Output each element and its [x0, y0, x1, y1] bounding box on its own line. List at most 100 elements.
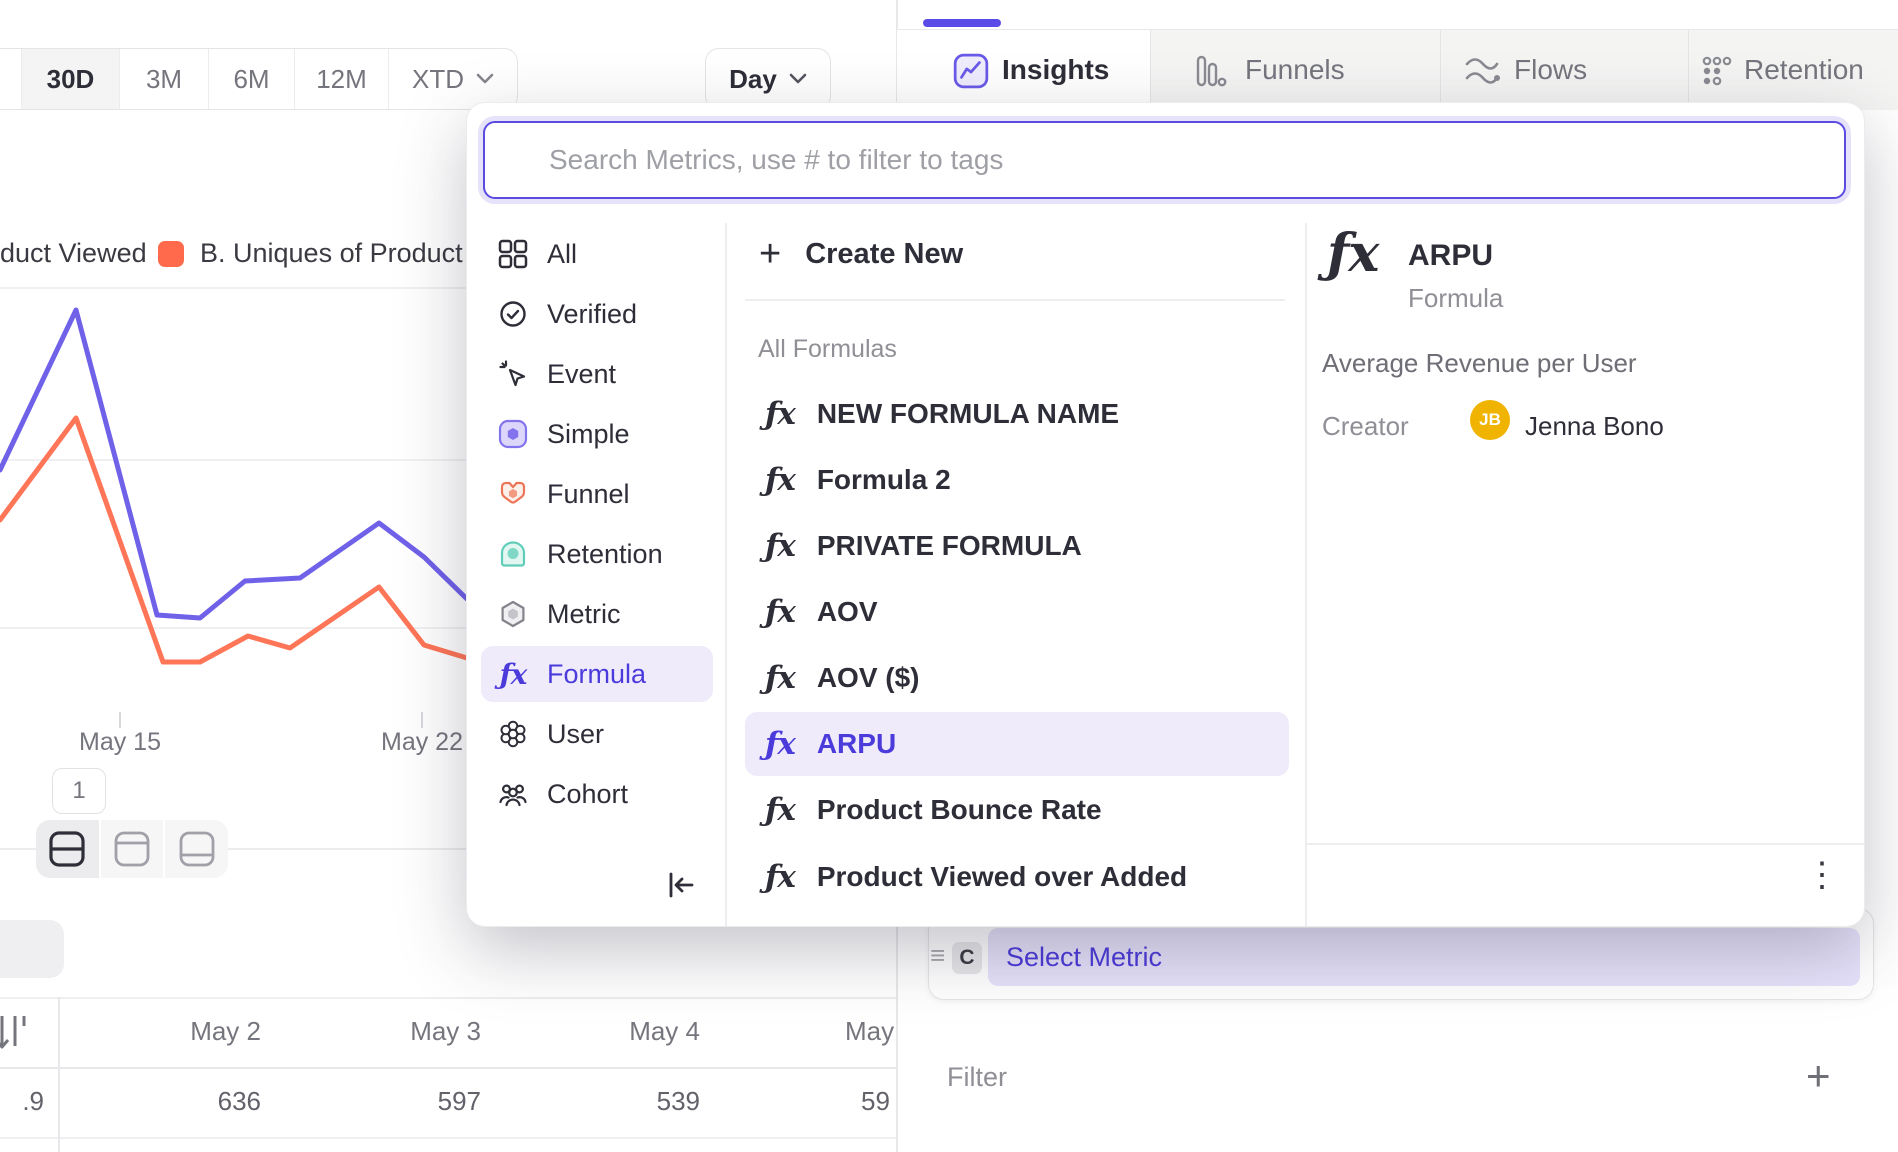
- detail-title: ARPU: [1408, 239, 1493, 273]
- detail-type: Formula: [1408, 283, 1503, 314]
- sidebar-item-metric[interactable]: Metric: [481, 586, 713, 642]
- user-cluster-icon: [497, 719, 529, 749]
- cohort-people-icon: [497, 779, 529, 809]
- table-header-cell[interactable]: May 2: [101, 1016, 261, 1047]
- layout-toggle-group: [36, 820, 228, 878]
- sidebar-item-label: Simple: [547, 419, 630, 450]
- formula-name: ARPU: [817, 728, 896, 760]
- sidebar-item-label: Retention: [547, 539, 663, 570]
- time-range-xtd-button[interactable]: XTD: [388, 49, 517, 109]
- sidebar-item-label: Funnel: [547, 479, 630, 510]
- time-range-3m-button[interactable]: 3M: [119, 49, 208, 109]
- formula-list-item[interactable]: ƒx NEW FORMULA NAME: [745, 382, 1289, 446]
- table-header-cell[interactable]: May 4: [540, 1016, 700, 1047]
- sort-icon[interactable]: [0, 1012, 28, 1052]
- granularity-dropdown[interactable]: Day: [705, 48, 831, 110]
- event-cursor-icon: [497, 359, 529, 389]
- chevron-down-icon: [476, 73, 494, 85]
- tab-insights-label: Insights: [1002, 54, 1109, 86]
- split-view-icon: [46, 828, 88, 870]
- fx-icon: ƒx: [765, 660, 795, 696]
- fx-icon: ƒx: [765, 594, 795, 630]
- layout-chart-only-button[interactable]: [99, 820, 164, 878]
- divider: [1307, 843, 1864, 845]
- sidebar-item-retention[interactable]: Retention: [481, 526, 713, 582]
- sidebar-item-simple[interactable]: Simple: [481, 406, 713, 462]
- detail-description: Average Revenue per User: [1322, 348, 1637, 379]
- table-header-cell[interactable]: May 3: [321, 1016, 481, 1047]
- series-b-line: [0, 418, 467, 662]
- metric-hexagon-icon: [497, 599, 529, 629]
- select-metric-button[interactable]: Select Metric: [988, 928, 1860, 986]
- add-filter-button[interactable]: +: [1806, 1052, 1831, 1100]
- table-row-label: .9: [0, 1086, 44, 1117]
- table-header-cell[interactable]: May: [845, 1016, 897, 1047]
- sidebar-item-cohort[interactable]: Cohort: [481, 766, 713, 822]
- formula-name: NEW FORMULA NAME: [817, 398, 1119, 430]
- layout-table-only-button[interactable]: [163, 820, 228, 878]
- formula-name: Formula 2: [817, 464, 951, 496]
- avatar: JB: [1470, 400, 1510, 440]
- fx-icon: ƒx: [765, 726, 795, 762]
- column-divider: [725, 223, 727, 926]
- collapse-sidebar-icon[interactable]: [665, 869, 697, 901]
- table-border: [0, 1137, 897, 1139]
- grid-icon: [497, 239, 529, 269]
- section-header: All Formulas: [758, 335, 897, 364]
- sidebar-item-user[interactable]: User: [481, 706, 713, 762]
- search-input[interactable]: [483, 121, 1846, 199]
- legend-series-a[interactable]: duct Viewed: [0, 238, 147, 269]
- sidebar-item-label: Verified: [547, 299, 637, 330]
- metric-row-letter-badge[interactable]: C: [952, 942, 982, 974]
- time-range-group: 30D 3M 6M 12M XTD: [0, 48, 518, 110]
- table-border: [58, 997, 60, 1152]
- sidebar-item-verified[interactable]: Verified: [481, 286, 713, 342]
- sidebar-item-funnel[interactable]: Funnel: [481, 466, 713, 522]
- time-range-12m-button[interactable]: 12M: [294, 49, 388, 109]
- x-axis-label: May 15: [60, 728, 180, 757]
- app-window: 30D 3M 6M 12M XTD Day duct Viewed B. Uni…: [0, 0, 1898, 1152]
- formula-list-item[interactable]: ƒx Formula 2: [745, 448, 1289, 512]
- select-metric-label: Select Metric: [1006, 942, 1162, 973]
- fx-icon: ƒx: [765, 792, 795, 828]
- formula-name: Product Viewed over Added: [817, 861, 1187, 893]
- formula-list-item[interactable]: ƒx PRIVATE FORMULA: [745, 514, 1289, 578]
- tab-funnels-label: Funnels: [1245, 54, 1345, 86]
- fx-icon: ƒx: [765, 462, 795, 498]
- column-divider: [1305, 223, 1307, 926]
- formula-list-item[interactable]: ƒx Product Viewed over Added: [745, 845, 1289, 909]
- formula-list-item[interactable]: ƒx Product Bounce Rate: [745, 778, 1289, 842]
- table-cell: 597: [321, 1086, 481, 1117]
- layout-split-button[interactable]: [36, 820, 99, 878]
- formula-list-item-selected[interactable]: ƒx ARPU: [745, 712, 1289, 776]
- create-new-button[interactable]: + Create New: [759, 235, 963, 273]
- sidebar-item-label: Metric: [547, 599, 621, 630]
- line-chart[interactable]: [0, 280, 470, 760]
- tab-flows-label: Flows: [1514, 54, 1587, 86]
- filter-section-label: Filter: [947, 1062, 1007, 1093]
- time-range-partial-button[interactable]: [0, 49, 21, 109]
- sidebar-item-formula[interactable]: ƒx Formula: [481, 646, 713, 702]
- table-border: [0, 1067, 897, 1069]
- x-axis-label: May 22: [362, 728, 482, 757]
- table-cell: 636: [101, 1086, 261, 1117]
- table-tab-chip[interactable]: [0, 920, 64, 978]
- creator-name: Jenna Bono: [1525, 411, 1664, 442]
- sidebar-item-label: All: [547, 239, 577, 270]
- time-range-30d-button[interactable]: 30D: [21, 49, 119, 109]
- retention-icon: [1700, 54, 1734, 88]
- table-cell: 539: [540, 1086, 700, 1117]
- page-number-button[interactable]: 1: [52, 768, 106, 814]
- time-range-6m-button[interactable]: 6M: [208, 49, 294, 109]
- sidebar-item-label: User: [547, 719, 604, 750]
- table-cell: 59: [861, 1086, 897, 1117]
- formula-list-item[interactable]: ƒx AOV ($): [745, 646, 1289, 710]
- sidebar-item-all[interactable]: All: [481, 226, 713, 282]
- formula-list-item[interactable]: ƒx AOV: [745, 580, 1289, 644]
- formula-name: AOV ($): [817, 662, 920, 694]
- sidebar-item-event[interactable]: Event: [481, 346, 713, 402]
- sidebar-item-label: Cohort: [547, 779, 628, 810]
- drag-handle-icon[interactable]: ≡: [930, 940, 945, 971]
- kebab-menu-icon[interactable]: ⋮: [1805, 855, 1839, 895]
- series-a-line: [0, 310, 467, 618]
